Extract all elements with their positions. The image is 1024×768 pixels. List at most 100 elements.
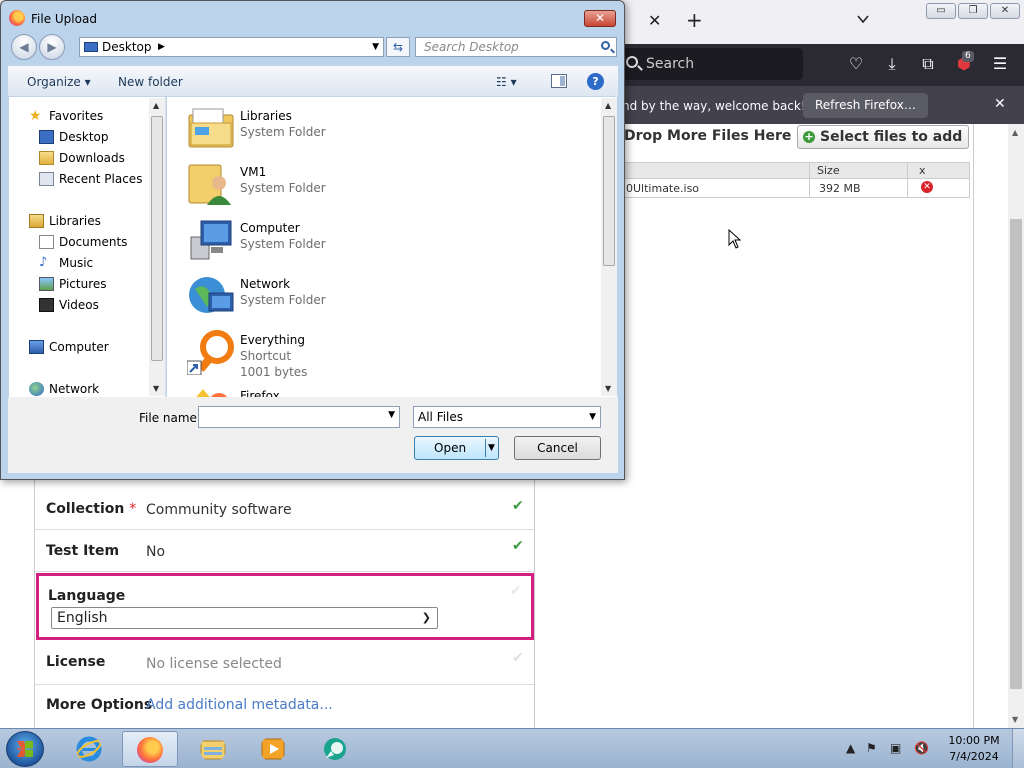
- scrollbar-thumb[interactable]: [603, 116, 615, 266]
- file-list-scrollbar[interactable]: ▲ ▼: [601, 98, 617, 396]
- action-center-flag-icon[interactable]: ⚑: [866, 741, 877, 755]
- extension-badge: 6: [962, 51, 974, 62]
- change-view-button[interactable]: ☷ ▾: [496, 75, 517, 89]
- language-select[interactable]: English ❯: [51, 607, 438, 629]
- open-options-dropdown-icon[interactable]: ▼: [488, 437, 495, 459]
- back-button[interactable]: ◀: [11, 34, 37, 60]
- menu-icon[interactable]: ☰: [990, 54, 1010, 74]
- minimize-button[interactable]: ▭: [926, 3, 956, 19]
- column-header-size: Size: [817, 164, 840, 177]
- documents-icon: [39, 235, 54, 249]
- breadcrumb-arrow-icon[interactable]: ▶: [158, 38, 165, 56]
- nav-recent-places[interactable]: Recent Places: [39, 171, 142, 187]
- page-scrollbar[interactable]: ▲ ▼: [1008, 124, 1024, 728]
- close-notice-icon[interactable]: ✕: [994, 96, 1006, 112]
- add-metadata-link[interactable]: Add additional metadata...: [146, 697, 333, 713]
- remove-file-icon[interactable]: ✕: [921, 181, 933, 193]
- file-type-select[interactable]: All Files ▼: [413, 406, 601, 428]
- address-bar[interactable]: Desktop ▶ ▼: [79, 37, 384, 57]
- dialog-close-button[interactable]: ✕: [584, 10, 616, 27]
- nav-scrollbar[interactable]: ▲ ▼: [149, 98, 165, 396]
- desktop-icon: [84, 42, 98, 52]
- close-window-button[interactable]: ✕: [990, 3, 1020, 19]
- forward-button[interactable]: ▶: [39, 34, 65, 60]
- nav-pictures[interactable]: Pictures: [39, 276, 107, 292]
- file-size-cell: 392 MB: [819, 182, 861, 195]
- scroll-up-arrow[interactable]: ▲: [1012, 128, 1018, 137]
- help-icon[interactable]: ?: [587, 73, 604, 90]
- extensions-icon[interactable]: ⧉: [918, 54, 938, 74]
- media-player-icon: [261, 738, 285, 760]
- column-divider: [907, 163, 908, 197]
- downloads-icon[interactable]: ⤓: [882, 54, 902, 74]
- dialog-title: File Upload: [31, 12, 97, 26]
- pocket-icon[interactable]: ♡: [846, 54, 866, 74]
- select-files-button[interactable]: + Select files to add: [797, 125, 970, 149]
- test-item-value[interactable]: No: [146, 544, 165, 560]
- address-dropdown-icon[interactable]: ▼: [372, 38, 379, 56]
- new-folder-button[interactable]: New folder: [118, 75, 183, 89]
- network-tray-icon[interactable]: ▣: [890, 741, 901, 755]
- refresh-button[interactable]: ⇆: [386, 37, 410, 57]
- search-box[interactable]: Search: [620, 48, 803, 80]
- license-value[interactable]: No license selected: [146, 656, 282, 672]
- nav-libraries[interactable]: Libraries: [29, 213, 101, 229]
- scrollbar-thumb[interactable]: [1010, 219, 1022, 689]
- nav-music[interactable]: ♪ Music: [39, 255, 93, 271]
- nav-downloads[interactable]: Downloads: [39, 150, 125, 166]
- nav-videos[interactable]: Videos: [39, 297, 99, 313]
- open-button[interactable]: Open ▼: [414, 436, 499, 460]
- list-tabs-icon[interactable]: [856, 12, 870, 26]
- restore-button[interactable]: ❐: [958, 3, 988, 19]
- file-type: System Folder: [240, 293, 326, 307]
- chevron-down-icon[interactable]: ▼: [388, 410, 395, 420]
- scroll-down-arrow[interactable]: ▼: [605, 384, 611, 393]
- list-item[interactable]: Libraries System Folder: [187, 101, 597, 155]
- collection-value[interactable]: Community software: [146, 502, 292, 518]
- scrollbar-thumb[interactable]: [151, 116, 163, 361]
- drop-files-text: Drop More Files Here or: [624, 128, 813, 144]
- show-hidden-icons[interactable]: ▲: [846, 741, 855, 755]
- volume-muted-icon[interactable]: 🔇: [914, 741, 929, 755]
- scroll-up-arrow[interactable]: ▲: [605, 101, 611, 110]
- nav-computer[interactable]: Computer: [29, 339, 109, 355]
- file-name-input[interactable]: ▼: [198, 406, 400, 428]
- dialog-search-input[interactable]: Search Desktop: [415, 37, 617, 57]
- nav-network[interactable]: Network: [29, 381, 99, 397]
- scroll-down-arrow[interactable]: ▼: [1012, 715, 1018, 724]
- organize-button[interactable]: Organize ▾: [27, 75, 91, 89]
- language-selected-value: English: [57, 610, 108, 626]
- taskbar: ▲ ⚑ ▣ 🔇 10:00 PM 7/4/2024: [0, 728, 1024, 768]
- taskbar-explorer[interactable]: [186, 731, 242, 767]
- breadcrumb-location[interactable]: Desktop: [102, 40, 152, 54]
- music-icon: ♪: [39, 255, 48, 270]
- cancel-button[interactable]: Cancel: [514, 436, 601, 460]
- list-item[interactable]: Computer System Folder: [187, 213, 597, 267]
- preview-pane-icon[interactable]: [551, 74, 567, 88]
- scroll-up-arrow[interactable]: ▲: [153, 101, 159, 110]
- file-name: Everything: [240, 333, 305, 347]
- new-tab-icon[interactable]: +: [686, 8, 703, 32]
- clock-time[interactable]: 10:00 PM: [946, 734, 1002, 747]
- taskbar-firefox[interactable]: [122, 731, 178, 767]
- more-options-label: More Options: [46, 697, 153, 713]
- scroll-down-arrow[interactable]: ▼: [153, 384, 159, 393]
- chevron-down-icon: ▼: [589, 412, 596, 422]
- nav-favorites[interactable]: ★ Favorites: [29, 108, 103, 124]
- taskbar-media-player[interactable]: [246, 731, 302, 767]
- clock-date[interactable]: 7/4/2024: [946, 750, 1002, 763]
- refresh-firefox-button[interactable]: Refresh Firefox…: [803, 93, 928, 118]
- nav-desktop[interactable]: Desktop: [39, 129, 109, 145]
- network-icon: [189, 277, 234, 313]
- taskbar-app[interactable]: [308, 731, 364, 767]
- list-item[interactable]: Everything Shortcut 1001 bytes: [187, 325, 597, 379]
- list-item[interactable]: Firefox: [187, 381, 597, 397]
- close-tab-icon[interactable]: ✕: [648, 11, 661, 30]
- start-button[interactable]: [6, 731, 44, 767]
- list-item[interactable]: VM1 System Folder: [187, 157, 597, 211]
- list-item[interactable]: Network System Folder: [187, 269, 597, 323]
- taskbar-internet-explorer[interactable]: [62, 731, 118, 767]
- show-desktop-button[interactable]: [1012, 729, 1024, 768]
- nav-documents[interactable]: Documents: [39, 234, 127, 250]
- mouse-cursor-icon: [728, 229, 742, 249]
